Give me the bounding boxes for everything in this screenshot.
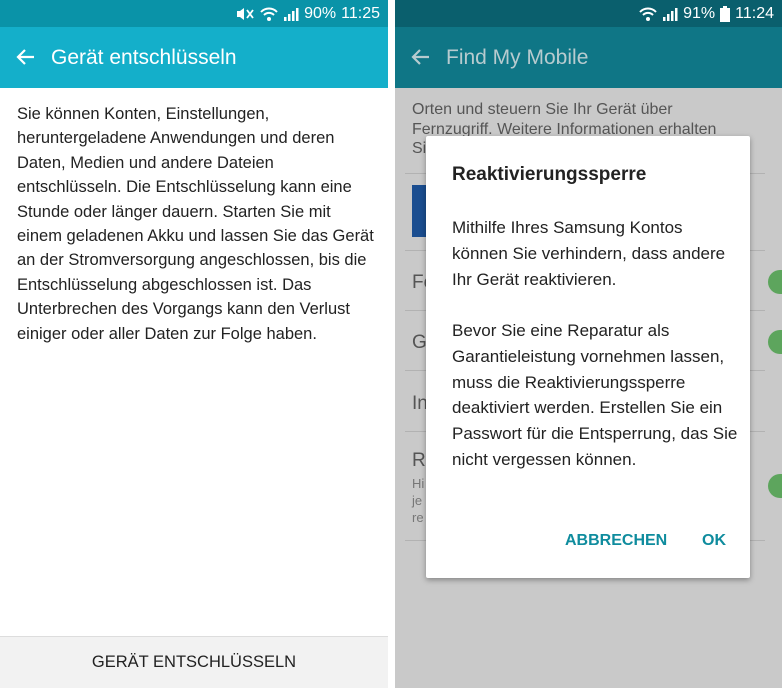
signal-icon (283, 6, 299, 22)
page-title: Gerät entschlüsseln (51, 46, 237, 69)
decrypt-device-button[interactable]: GERÄT ENTSCHLÜSSELN (0, 636, 388, 688)
toggle-switch[interactable] (768, 330, 782, 354)
setting-row-label[interactable]: R (412, 450, 426, 472)
ok-button[interactable]: OK (702, 532, 726, 550)
status-time: 11:25 (341, 4, 380, 22)
app-bar: Find My Mobile (395, 27, 782, 88)
mute-icon (235, 6, 255, 22)
summary-line: je (412, 493, 423, 508)
setting-row-summary: Hi je re (412, 475, 424, 526)
cancel-button[interactable]: ABBRECHEN (565, 532, 667, 550)
toggle-switch[interactable] (768, 474, 782, 498)
back-arrow-icon[interactable] (14, 45, 38, 69)
battery-percent: 91% (683, 4, 716, 22)
summary-line: Hi (412, 476, 425, 491)
setting-row-label[interactable]: G (412, 332, 427, 354)
dialog-title: Reaktivierungssperre (452, 164, 647, 185)
intro-line: Orten und steuern Sie Ihr Gerät über (412, 101, 673, 118)
battery-percent: 90% (304, 4, 337, 22)
wifi-icon (639, 6, 657, 22)
summary-line: re (412, 510, 424, 525)
signal-icon (662, 6, 678, 22)
status-bar: 90% 11:25 (0, 0, 388, 27)
page-title: Find My Mobile (446, 46, 589, 69)
wifi-icon (260, 6, 278, 22)
status-time: 11:24 (735, 4, 774, 22)
back-arrow-icon[interactable] (409, 45, 433, 69)
battery-icon (720, 5, 731, 22)
dialog-paragraph: Mithilfe Ihres Samsung Kontos können Sie… (452, 218, 726, 289)
samsung-account-icon (412, 185, 426, 237)
right-screen: 91% 11:24 Find My Mobile Orten und steue… (395, 0, 782, 688)
reactivation-lock-dialog: Reaktivierungssperre Mithilfe Ihres Sams… (426, 136, 750, 578)
dialog-paragraph: Bevor Sie eine Reparatur als Garantielei… (452, 321, 738, 469)
toggle-switch[interactable] (768, 270, 782, 294)
app-bar: Gerät entschlüsseln (0, 27, 388, 88)
screen-separator (388, 0, 395, 688)
left-screen: 90% 11:25 Gerät entschlüsseln Sie können… (0, 0, 388, 688)
description-text: Sie können Konten, Einstellungen, herunt… (17, 105, 374, 343)
status-bar: 91% 11:24 (395, 0, 782, 27)
